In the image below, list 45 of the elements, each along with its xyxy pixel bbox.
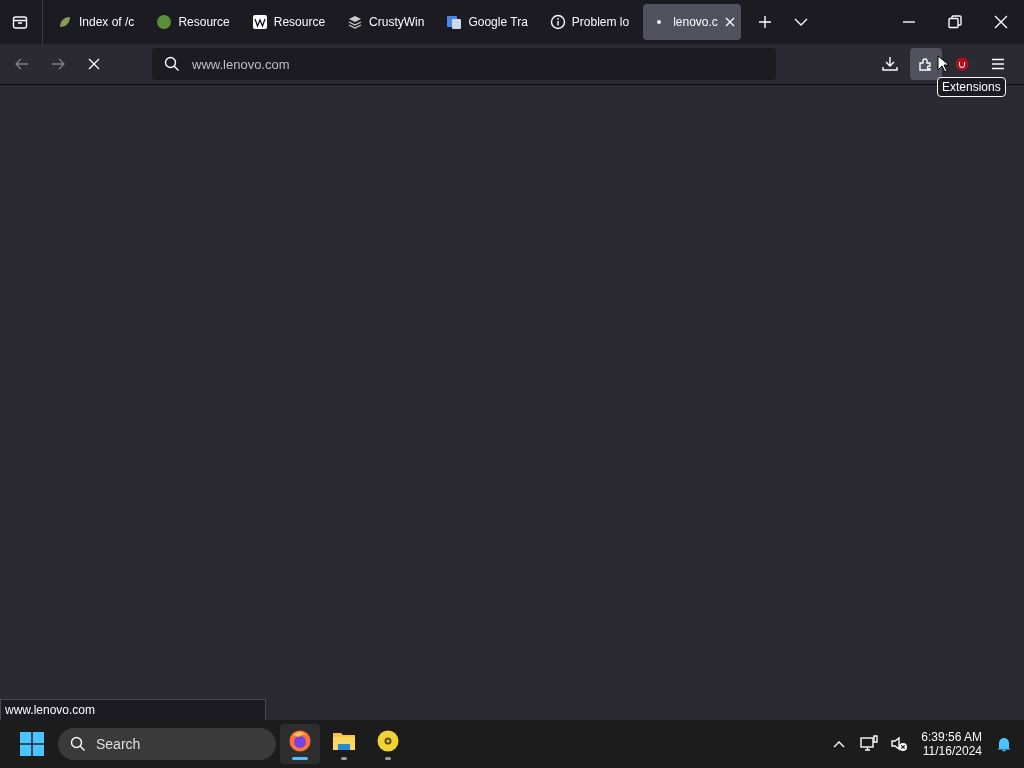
bell-icon <box>996 736 1012 752</box>
taskbar-app-button[interactable] <box>280 724 320 764</box>
clock-time[interactable]: 6:39:56 AM <box>921 730 982 744</box>
browser-tab[interactable]: lenovo.c <box>643 4 742 40</box>
minimize-icon <box>903 21 915 23</box>
download-icon <box>882 56 898 72</box>
search-field[interactable]: Search <box>58 728 276 760</box>
clock-date[interactable]: 11/16/2024 <box>922 744 982 758</box>
tab-manager-icon <box>12 14 28 30</box>
menu-icon <box>990 56 1006 72</box>
browser-tab[interactable]: Resource <box>148 4 238 40</box>
circle-icon <box>156 14 173 30</box>
browser-tab[interactable]: Index of /c <box>49 4 143 40</box>
extensions-button[interactable] <box>910 48 942 80</box>
address-bar[interactable]: www.lenovo.com <box>152 48 776 80</box>
forward-arrow-icon <box>50 56 66 72</box>
search-icon <box>164 56 180 72</box>
wikipedia-icon <box>251 14 268 30</box>
info-icon <box>549 14 566 30</box>
browser-tab[interactable]: Problem lo <box>541 4 638 40</box>
search-icon <box>70 736 86 752</box>
browser-icon <box>288 728 312 753</box>
restore-icon <box>947 14 963 30</box>
plus-icon <box>757 14 774 30</box>
url-text: www.lenovo.com <box>192 56 290 72</box>
stack-icon <box>347 14 364 30</box>
mouse-cursor-icon <box>937 55 949 73</box>
close-icon[interactable] <box>723 16 736 28</box>
browser-tab[interactable]: CrustyWin <box>339 4 433 40</box>
leaf-icon <box>57 14 73 30</box>
close-icon <box>86 56 102 72</box>
tooltip: Extensions <box>937 77 1006 97</box>
close-icon <box>993 14 1009 30</box>
browser-tab[interactable]: Google Tra <box>438 4 536 40</box>
translate-icon <box>446 14 463 30</box>
loading-dot-icon <box>657 20 662 24</box>
puzzle-icon <box>918 56 934 72</box>
status-text: www.lenovo.com <box>0 699 266 720</box>
speaker-muted-icon <box>890 735 909 753</box>
back-arrow-icon <box>14 56 30 72</box>
disc-icon <box>376 728 400 753</box>
monitor-icon <box>860 735 879 753</box>
search-placeholder: Search <box>96 736 141 752</box>
windows-logo-icon <box>20 732 44 756</box>
browser-tab[interactable]: Resource <box>243 4 334 40</box>
